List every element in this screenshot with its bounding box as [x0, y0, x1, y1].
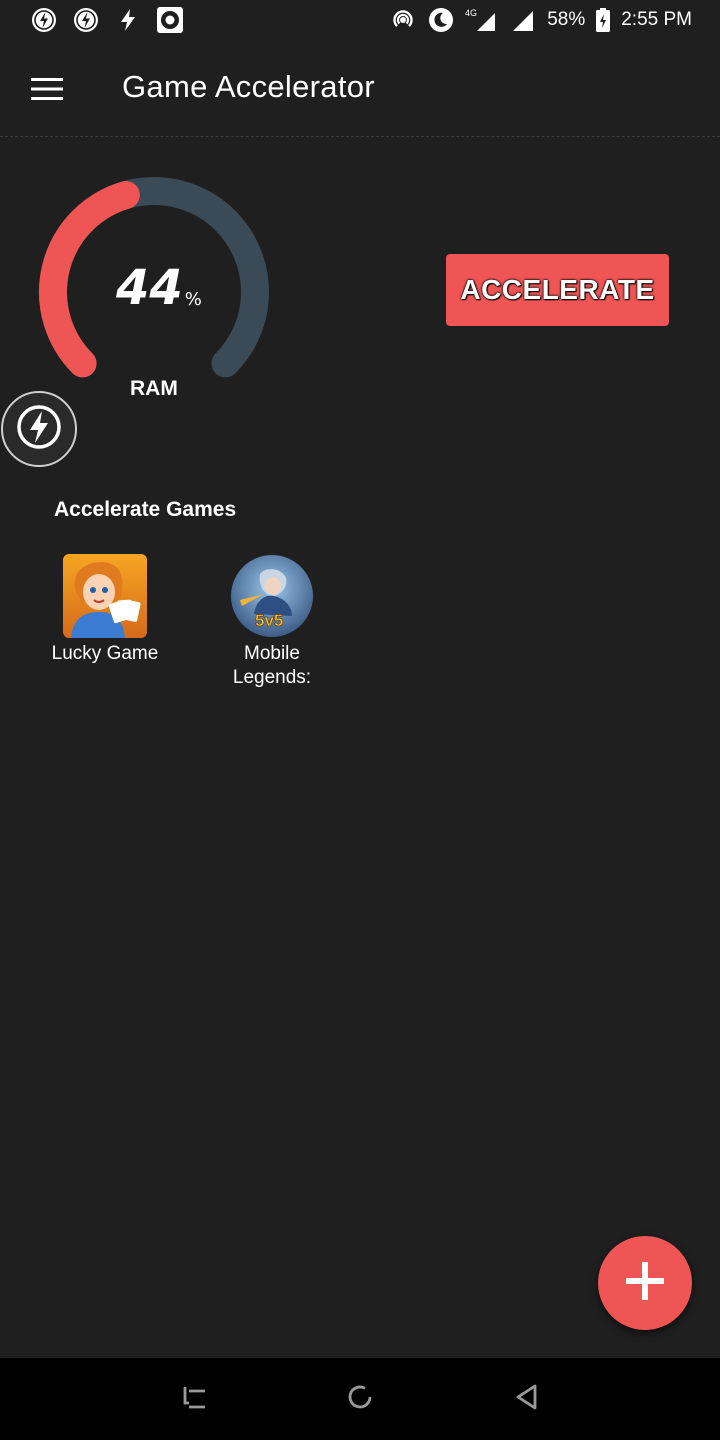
- accelerate-games-title: Accelerate Games: [54, 498, 237, 521]
- ram-percentage-value: 44: [116, 260, 183, 316]
- game-label: Lucky Game: [51, 643, 159, 664]
- add-game-button[interactable]: [598, 1236, 692, 1330]
- game-label: Mobile Legends:: [232, 643, 312, 688]
- screen: 4G 58% 2:55 PM Game Accelerator 44 % RAM…: [0, 0, 720, 1440]
- recent-apps-icon: [181, 1383, 209, 1416]
- status-left-icons: [30, 6, 184, 34]
- menu-button[interactable]: [24, 68, 70, 114]
- recent-apps-button[interactable]: [178, 1382, 212, 1416]
- hotspot-icon: [389, 6, 417, 34]
- status-right-icons: 4G 58% 2:55 PM: [389, 6, 692, 34]
- record-icon: [156, 6, 184, 34]
- lightning-bolt-icon: [15, 403, 63, 456]
- app-title: Game Accelerator: [122, 69, 375, 104]
- hamburger-menu-icon: [30, 77, 64, 106]
- plus-icon: [624, 1260, 666, 1307]
- gauge-fill: [39, 181, 140, 378]
- mobile-legends-app-icon: 5v5: [230, 554, 314, 638]
- game-item-lucky-game[interactable]: Lucky Game: [35, 554, 175, 666]
- do-not-disturb-icon: [427, 6, 455, 34]
- boost-floating-button[interactable]: [1, 391, 77, 467]
- ram-label: RAM: [130, 377, 178, 400]
- home-icon: [345, 1382, 375, 1417]
- ram-percentage: 44%: [116, 260, 202, 316]
- navigation-bar: [0, 1358, 720, 1440]
- boost-notification-icon: [72, 6, 100, 34]
- ram-percentage-unit: %: [184, 289, 202, 310]
- battery-icon: [595, 6, 611, 34]
- back-button[interactable]: [509, 1382, 543, 1416]
- lucky-game-app-icon: [63, 554, 147, 638]
- signal-icon: [509, 6, 537, 34]
- network-type-text: 4G: [465, 8, 477, 18]
- signal-4g-icon: 4G: [465, 6, 499, 34]
- accelerate-button[interactable]: ACCELERATE: [446, 254, 669, 326]
- logo-text-5v5: 5v5: [255, 611, 283, 630]
- battery-percent: 58%: [547, 9, 586, 30]
- app-bar: Game Accelerator: [0, 44, 720, 137]
- home-button[interactable]: [343, 1382, 377, 1416]
- back-icon: [513, 1383, 539, 1416]
- flash-icon: [114, 6, 142, 34]
- clock: 2:55 PM: [621, 9, 692, 30]
- game-item-mobile-legends[interactable]: 5v5 Mobile Legends:: [202, 554, 342, 690]
- boost-notification-icon: [30, 6, 58, 34]
- status-bar: 4G 58% 2:55 PM: [0, 0, 720, 44]
